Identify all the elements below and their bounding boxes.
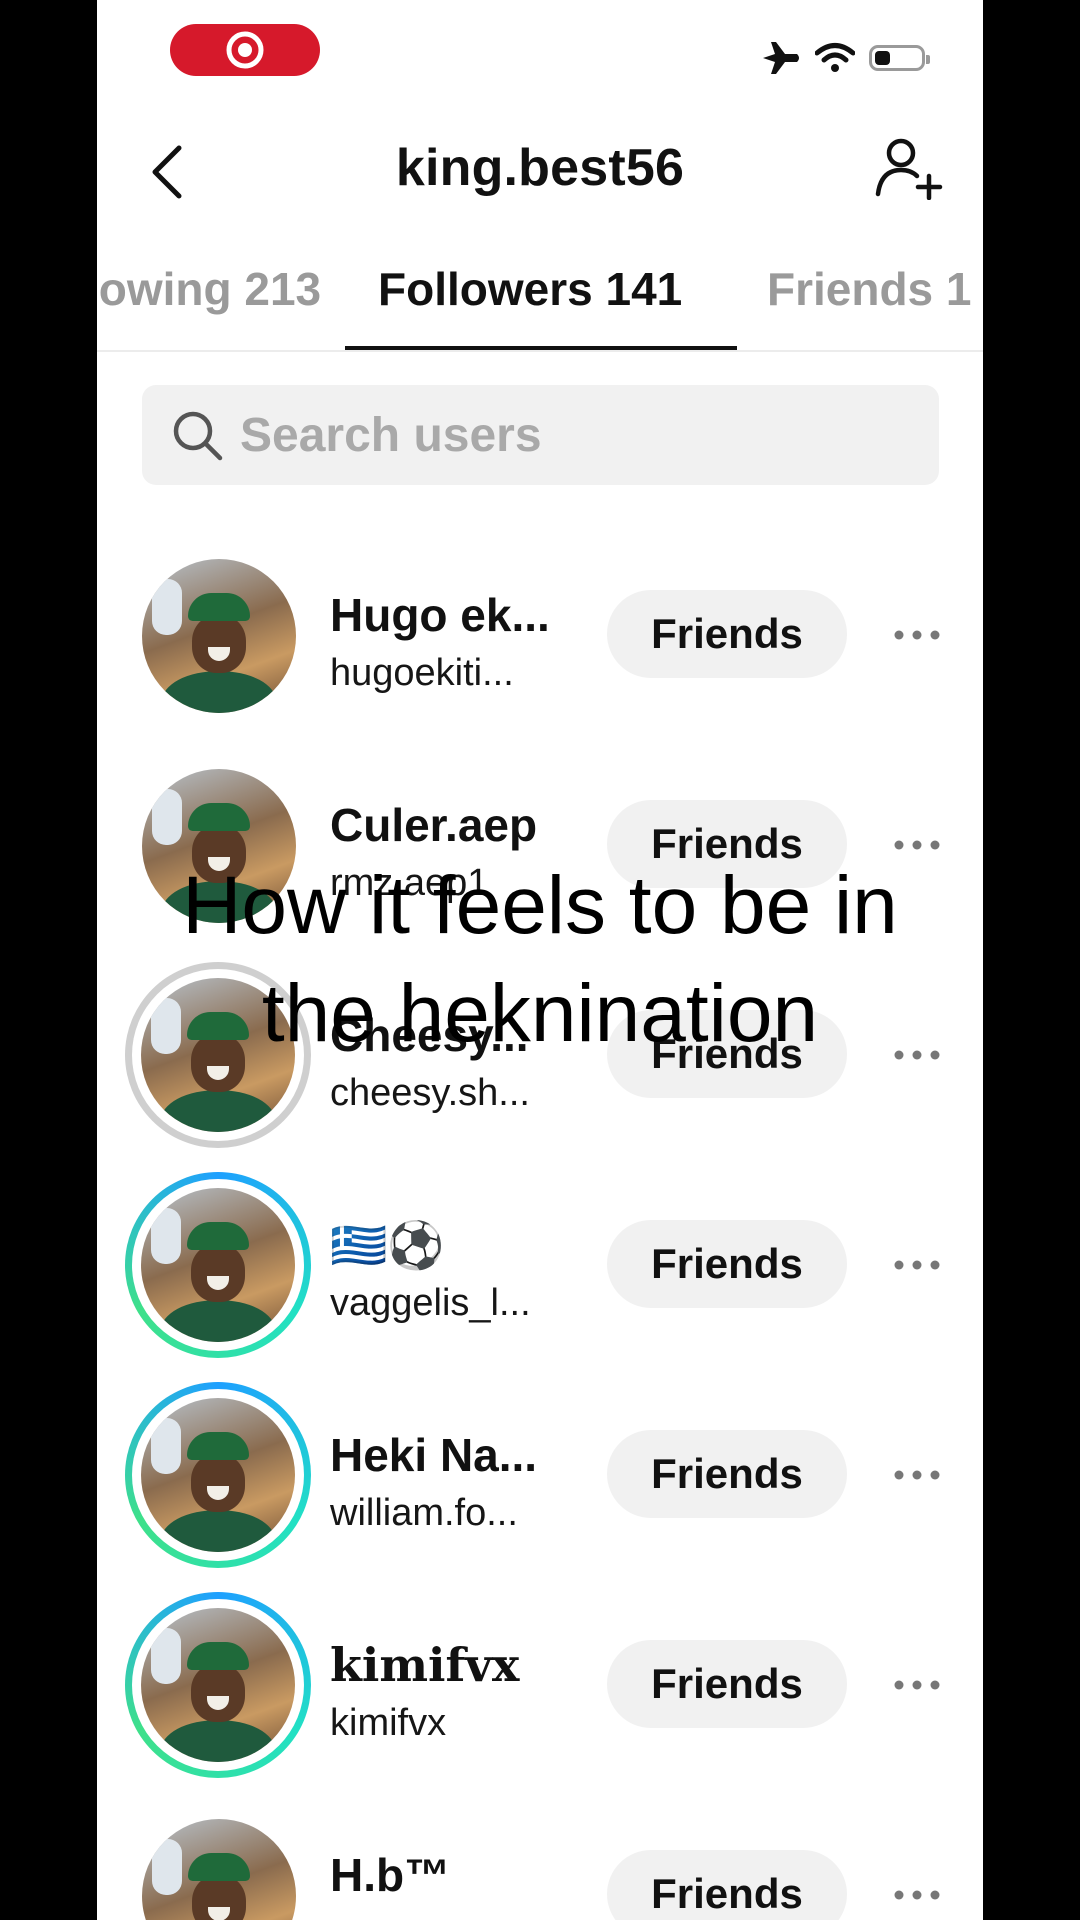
page-title: king.best56: [395, 139, 685, 197]
list-item[interactable]: Culer.aep rmz.aep1 Friends: [97, 746, 983, 946]
more-icon[interactable]: [893, 1880, 941, 1910]
more-icon[interactable]: [893, 1040, 941, 1070]
screen-recording-indicator[interactable]: [170, 24, 320, 76]
more-icon[interactable]: [893, 620, 941, 650]
avatar-story-ring[interactable]: [125, 1592, 311, 1778]
avatar-story-ring[interactable]: [125, 962, 311, 1148]
avatar[interactable]: [142, 1819, 296, 1920]
friends-button[interactable]: Friends: [607, 1430, 847, 1518]
list-item[interactable]: Hugo ek... hugoekiti... Friends: [97, 536, 983, 736]
airplane-icon: [763, 42, 799, 74]
display-name: Heki Na...: [330, 1429, 538, 1481]
list-item[interactable]: 🇬🇷⚽ vaggelis_l... Friends: [97, 1166, 983, 1366]
record-icon: [226, 31, 264, 69]
battery-level: [875, 51, 890, 65]
more-icon[interactable]: [893, 1250, 941, 1280]
avatar-story-ring[interactable]: [125, 1172, 311, 1358]
avatar-story-ring[interactable]: [125, 1382, 311, 1568]
display-name: kimifvx: [330, 1638, 520, 1692]
tab-followers[interactable]: Followers 141: [378, 262, 682, 316]
tab-bar: Following 213 Followers 141 Friends 1: [97, 262, 983, 352]
username: kimifvx: [330, 1702, 447, 1744]
wifi-icon: [815, 43, 855, 72]
display-name: 🇬🇷⚽: [330, 1219, 445, 1271]
username: william.fo...: [330, 1492, 518, 1534]
friends-button[interactable]: Friends: [607, 590, 847, 678]
battery-icon: [869, 45, 930, 71]
avatar: [141, 978, 295, 1132]
phone-screen: king.best56 Following 213 Followers 141 …: [97, 0, 983, 1920]
username: rmz.aep1: [330, 862, 489, 904]
friends-button[interactable]: Friends: [607, 1220, 847, 1308]
friends-button[interactable]: Friends: [607, 1640, 847, 1728]
display-name: Cheesy...: [330, 1009, 529, 1061]
divider: [97, 350, 983, 352]
avatar: [141, 1398, 295, 1552]
avatar[interactable]: [142, 559, 296, 713]
list-item[interactable]: kimifvx kimifvx Friends: [97, 1586, 983, 1786]
add-user-button[interactable]: [873, 136, 943, 201]
avatar: [141, 1608, 295, 1762]
display-name: Hugo ek...: [330, 589, 550, 641]
more-icon[interactable]: [893, 1670, 941, 1700]
search-icon: [173, 411, 223, 461]
friends-button[interactable]: Friends: [607, 800, 847, 888]
tab-friends[interactable]: Friends 1: [767, 262, 972, 316]
tab-following[interactable]: Following 213: [97, 262, 321, 316]
add-user-icon: [875, 138, 943, 201]
display-name: H.b™: [330, 1849, 451, 1901]
username: hugoekiti...: [330, 652, 514, 694]
list-item[interactable]: Cheesy... cheesy.sh... Friends: [97, 956, 983, 1156]
username: cheesy.sh...: [330, 1072, 530, 1114]
search-box[interactable]: [142, 385, 939, 485]
list-item[interactable]: H.b™ Friends: [97, 1796, 983, 1920]
avatar[interactable]: [142, 769, 296, 923]
status-icons: [761, 40, 930, 76]
friends-button[interactable]: Friends: [607, 1010, 847, 1098]
search-input[interactable]: [238, 406, 882, 464]
list-item[interactable]: Heki Na... william.fo... Friends: [97, 1376, 983, 1576]
avatar: [141, 1188, 295, 1342]
display-name: Culer.aep: [330, 799, 538, 851]
friends-button[interactable]: Friends: [607, 1850, 847, 1920]
username: vaggelis_l...: [330, 1282, 531, 1324]
more-icon[interactable]: [893, 830, 941, 860]
more-icon[interactable]: [893, 1460, 941, 1490]
